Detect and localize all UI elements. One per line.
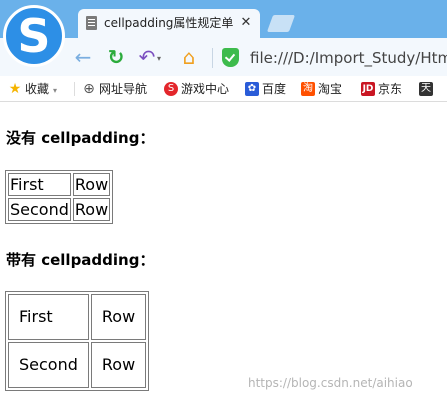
star-icon: ★ [8, 80, 22, 97]
chevron-down-icon: ▾ [53, 86, 58, 95]
table-row: Second Row [8, 198, 111, 221]
bookmark-game-center[interactable]: S 游戏中心 [164, 80, 229, 98]
tab-strip: cellpadding属性规定单 ✕ [0, 0, 447, 38]
table-with-cellpadding: First Row Second Row [5, 291, 150, 391]
bookmark-label: 收藏 [25, 82, 50, 96]
globe-icon: ⊕ [83, 80, 95, 97]
page-icon [86, 16, 97, 30]
logo-s-icon: S [17, 9, 51, 63]
browser-logo[interactable]: S [3, 5, 65, 67]
taobao-icon: 淘 [301, 81, 315, 96]
bookmark-favorites[interactable]: ★ 收藏 ▾ [8, 80, 57, 98]
bookmark-tian[interactable]: 天 [419, 80, 436, 98]
heading-without-cellpadding: 没有 cellpadding： [6, 129, 155, 147]
bookmark-jd[interactable]: JD 京东 [361, 80, 402, 98]
bookmark-label: 网址导航 [99, 82, 148, 96]
tab-close-icon[interactable]: ✕ [238, 14, 254, 32]
table-cell: Second [8, 342, 89, 388]
table-row: First Row [8, 294, 147, 340]
address-bar[interactable]: file:///D:/Import_Study/Html_ [250, 48, 447, 68]
reload-icon[interactable]: ↻ [104, 45, 128, 69]
bookmark-nav[interactable]: ⊕ 网址导航 [82, 80, 147, 98]
bookmark-divider [74, 82, 75, 96]
new-tab-button[interactable] [266, 15, 296, 32]
game-icon: S [164, 81, 178, 96]
table-cell: Row [90, 342, 147, 388]
table-cell: First [8, 173, 71, 196]
page-content: 没有 cellpadding： First Row Second Row 带有 … [0, 103, 447, 407]
table-without-cellpadding: First Row Second Row [5, 170, 114, 224]
tian-icon: 天 [419, 81, 433, 96]
bookmark-label: 京东 [378, 82, 403, 96]
bookmark-label: 百度 [262, 82, 287, 96]
table-cell: Row [90, 294, 147, 340]
bookmark-taobao[interactable]: 淘淘宝 [301, 80, 342, 98]
active-tab[interactable]: cellpadding属性规定单 ✕ [78, 9, 260, 38]
tab-title: cellpadding属性规定单 [104, 16, 234, 30]
shield-check-icon[interactable] [222, 48, 239, 67]
bookmark-label: 游戏中心 [181, 82, 230, 96]
watermark: https://blog.csdn.net/aihiao [248, 376, 413, 390]
jd-icon: JD [361, 81, 375, 96]
home-icon[interactable]: ⌂ [177, 45, 201, 69]
undo-dropdown-icon[interactable]: ▾ [157, 54, 166, 63]
table-cell: First [8, 294, 89, 340]
table-cell: Row [72, 173, 111, 196]
heading-with-cellpadding: 带有 cellpadding： [6, 251, 155, 269]
table-row: Second Row [8, 342, 147, 388]
nav-divider [212, 48, 213, 68]
table-cell: Row [72, 198, 111, 221]
bookmark-baidu[interactable]: ✿ 百度 [245, 80, 286, 98]
navigation-bar: ← ↻ ↶ ▾ ⌂ file:///D:/Import_Study/Html_ [0, 38, 447, 76]
table-cell: Second [8, 198, 71, 221]
bookmark-label: 淘宝 [318, 82, 343, 96]
table-row: First Row [8, 173, 111, 196]
bookmarks-bar: ★ 收藏 ▾ ⊕ 网址导航 S 游戏中心 ✿ 百度 淘淘宝 JD 京东 天 [0, 76, 447, 102]
back-arrow-icon[interactable]: ← [71, 45, 95, 69]
baidu-paw-icon: ✿ [245, 81, 259, 96]
undo-close-icon[interactable]: ↶ [135, 45, 159, 69]
